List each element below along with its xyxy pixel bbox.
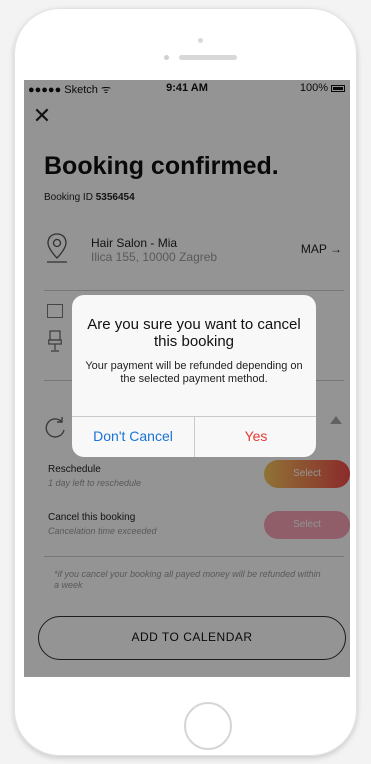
app-screen: ●●●●● Sketch ᯤ 9:41 AM 100% ✕ Booking co… [24, 80, 350, 677]
proximity-sensor [164, 55, 169, 60]
confirm-yes-button[interactable]: Yes [195, 416, 316, 457]
dont-cancel-button[interactable]: Don't Cancel [72, 416, 194, 457]
dialog-message: Your payment will be refunded depending … [85, 360, 303, 385]
front-camera [198, 38, 203, 43]
confirm-cancel-dialog: Are you sure you want to cancel this boo… [72, 295, 316, 457]
earpiece-speaker [179, 55, 237, 60]
dialog-title: Are you sure you want to cancel this boo… [87, 316, 301, 350]
home-button[interactable] [184, 702, 232, 750]
